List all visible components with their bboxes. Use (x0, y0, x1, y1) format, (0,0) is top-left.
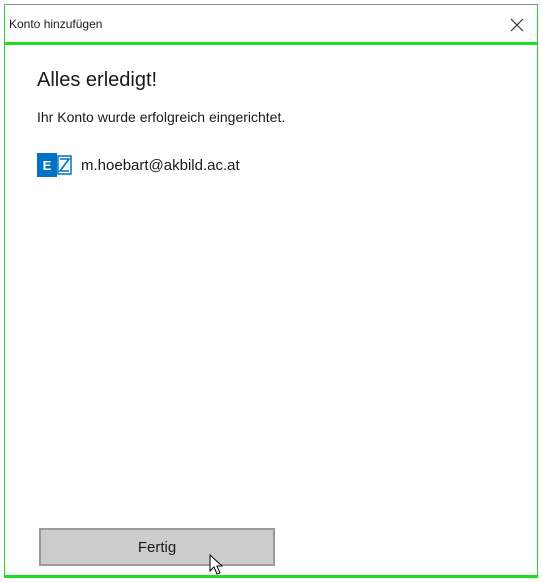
add-account-dialog: Konto hinzufügen Alles erledigt! Ihr Kon… (4, 4, 538, 578)
title-bar: Konto hinzufügen (5, 5, 537, 45)
exchange-icon: E (37, 153, 72, 177)
success-message: Ihr Konto wurde erfolgreich eingerichtet… (37, 109, 286, 125)
done-button[interactable]: Fertig (39, 528, 275, 566)
close-button[interactable] (505, 13, 529, 37)
account-email: m.hoebart@akbild.ac.at (81, 156, 240, 174)
account-row: E m.hoebart@akbild.ac.at (37, 151, 240, 179)
page-heading: Alles erledigt! (37, 69, 158, 91)
exchange-icon-letter: E (43, 158, 52, 173)
window-title: Konto hinzufügen (9, 17, 103, 31)
close-icon (510, 18, 524, 32)
